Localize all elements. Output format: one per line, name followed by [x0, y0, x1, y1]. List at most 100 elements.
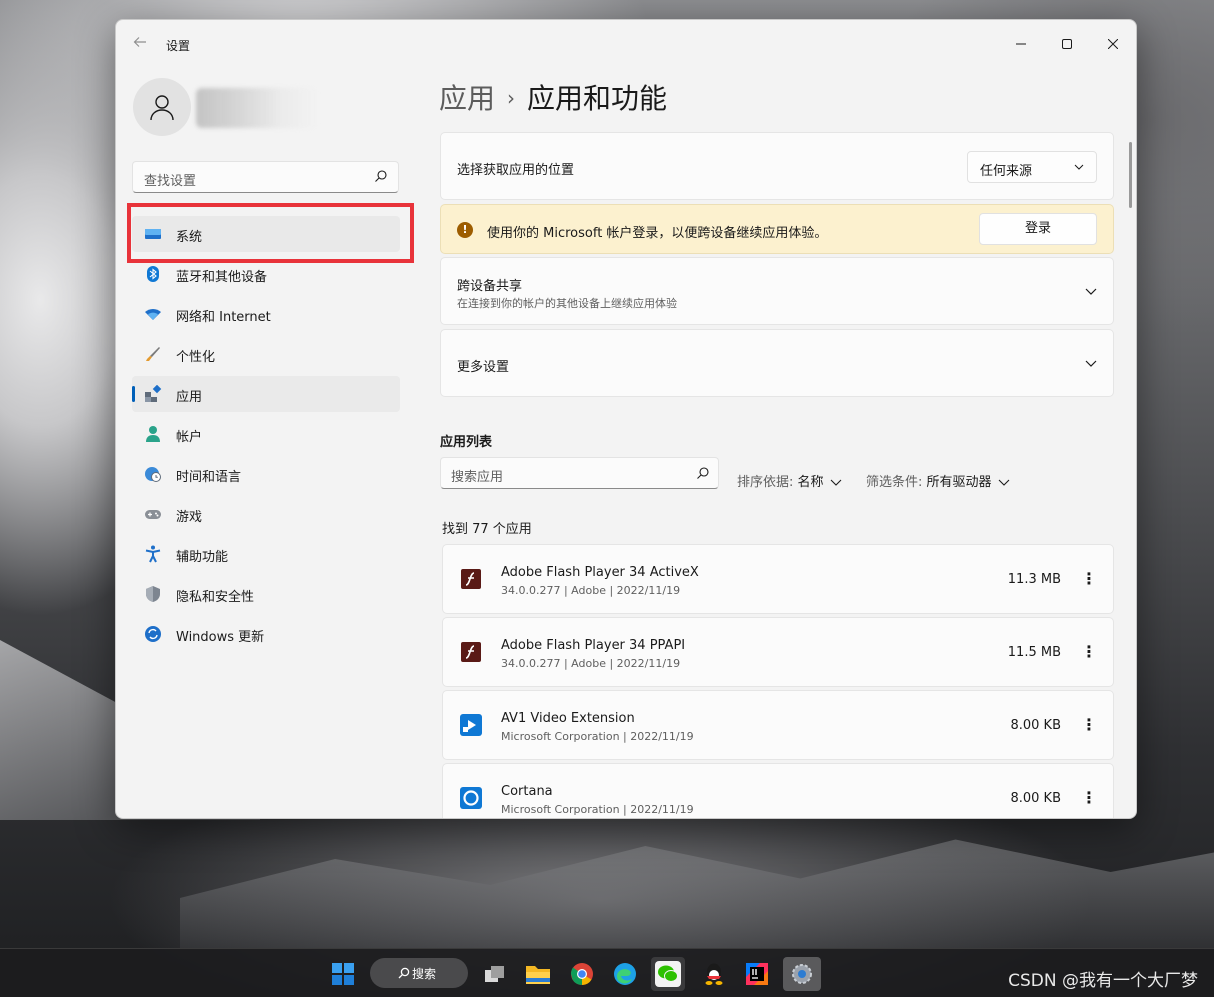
sidebar-item-privacy[interactable]: 隐私和安全性 — [132, 576, 400, 612]
sidebar-item-personalization[interactable]: 个性化 — [132, 336, 400, 372]
sidebar-item-gaming[interactable]: 游戏 — [132, 496, 400, 532]
sidebar-item-label: 时间和语言 — [176, 470, 242, 485]
edge-icon — [614, 963, 636, 985]
install-source-card: 选择获取应用的位置 任何来源 — [440, 132, 1114, 200]
sidebar-item-label: 辅助功能 — [176, 550, 229, 565]
list-item[interactable]: Adobe Flash Player 34 PPAPI 34.0.0.277 |… — [442, 617, 1114, 687]
settings-window: 设置 查找设置 系统 蓝牙和其他设备 网络和 Internet 个性化 应用 帐… — [115, 19, 1137, 819]
sidebar-item-apps[interactable]: 应用 — [132, 376, 400, 412]
sidebar-item-bluetooth[interactable]: 蓝牙和其他设备 — [132, 256, 400, 292]
page-title: 应用和功能 — [527, 82, 668, 115]
sort-value: 名称 — [797, 475, 824, 490]
sidebar-item-label: 帐户 — [176, 430, 203, 445]
chevron-down-icon — [1085, 288, 1097, 295]
more-settings-card[interactable]: 更多设置 — [440, 329, 1114, 397]
qq-penguin-icon — [705, 963, 723, 985]
chrome-button[interactable] — [565, 957, 599, 991]
install-source-dropdown[interactable]: 任何来源 — [967, 151, 1097, 183]
person-icon — [150, 95, 174, 121]
sidebar-item-label: 应用 — [176, 390, 203, 405]
chevron-down-icon — [998, 479, 1009, 486]
minimize-icon — [1016, 43, 1026, 45]
gamepad-icon — [145, 510, 161, 519]
breadcrumb: 应用 › 应用和功能 — [439, 77, 667, 117]
bluetooth-icon — [147, 266, 159, 282]
app-list-heading: 应用列表 — [440, 435, 493, 450]
update-icon — [145, 626, 161, 642]
sidebar-item-network[interactable]: 网络和 Internet — [132, 296, 400, 332]
list-item[interactable]: AV1 Video Extension Microsoft Corporatio… — [442, 690, 1114, 760]
taskbar-search-button[interactable]: 搜索 — [370, 958, 468, 988]
filter-value: 所有驱动器 — [926, 475, 992, 490]
app-search-placeholder: 搜索应用 — [451, 470, 504, 485]
search-placeholder: 查找设置 — [144, 174, 197, 189]
intellij-button[interactable] — [740, 957, 774, 991]
app-size: 8.00 KB — [1010, 718, 1061, 733]
search-icon — [375, 170, 387, 182]
accessibility-icon — [145, 545, 161, 563]
flash-icon — [461, 642, 481, 662]
breadcrumb-parent[interactable]: 应用 — [439, 82, 495, 115]
app-meta: Microsoft Corporation | 2022/11/19 — [501, 730, 694, 743]
app-size: 8.00 KB — [1010, 791, 1061, 806]
app-search-input[interactable]: 搜索应用 — [440, 457, 719, 489]
window-title: 设置 — [166, 39, 191, 53]
close-icon — [1108, 39, 1118, 49]
sidebar-item-label: 蓝牙和其他设备 — [176, 270, 268, 285]
maximize-button[interactable] — [1044, 28, 1090, 60]
more-settings-title: 更多设置 — [457, 360, 510, 375]
account-icon — [146, 426, 160, 442]
app-name: AV1 Video Extension — [501, 711, 635, 726]
install-source-label: 选择获取应用的位置 — [457, 163, 575, 178]
list-item[interactable]: Adobe Flash Player 34 ActiveX 34.0.0.277… — [442, 544, 1114, 614]
task-view-button[interactable] — [478, 957, 512, 991]
avatar[interactable] — [133, 78, 191, 136]
more-options-icon[interactable]: ⋮ — [1081, 567, 1097, 591]
brush-icon — [146, 347, 160, 361]
wechat-button[interactable] — [651, 957, 685, 991]
chevron-down-icon — [1085, 360, 1097, 367]
more-options-icon[interactable]: ⋮ — [1081, 713, 1097, 737]
sidebar-item-label: 个性化 — [176, 350, 216, 365]
sidebar-item-windows-update[interactable]: Windows 更新 — [132, 616, 400, 652]
qq-button[interactable] — [697, 957, 731, 991]
folder-icon — [526, 966, 550, 984]
close-button[interactable] — [1090, 28, 1136, 60]
filter-dropdown[interactable]: 筛选条件: 所有驱动器 — [866, 471, 1010, 490]
app-meta: Microsoft Corporation | 2022/11/19 — [501, 803, 694, 816]
cross-device-subtitle: 在连接到你的帐户的其他设备上继续应用体验 — [457, 297, 677, 310]
start-button[interactable] — [326, 957, 360, 991]
intellij-icon — [746, 963, 768, 985]
search-icon — [398, 967, 410, 979]
back-button[interactable] — [130, 34, 150, 54]
app-name: Adobe Flash Player 34 PPAPI — [501, 638, 686, 653]
highlight-annotation-box — [127, 203, 414, 263]
more-options-icon[interactable]: ⋮ — [1081, 640, 1097, 664]
app-size: 11.3 MB — [1007, 572, 1061, 587]
settings-taskbar-button[interactable] — [783, 957, 821, 991]
settings-search-input[interactable]: 查找设置 — [132, 161, 399, 193]
cortana-icon — [460, 787, 482, 809]
sidebar-item-label: 游戏 — [176, 510, 203, 525]
sort-dropdown[interactable]: 排序依据: 名称 — [737, 471, 842, 490]
csdn-watermark: CSDN @我有一个大厂梦 — [1008, 971, 1198, 991]
shield-icon — [146, 586, 160, 602]
sidebar-item-accessibility[interactable]: 辅助功能 — [132, 536, 400, 572]
more-options-icon[interactable]: ⋮ — [1081, 786, 1097, 810]
scrollbar[interactable] — [1129, 142, 1132, 208]
sidebar-item-accounts[interactable]: 帐户 — [132, 416, 400, 452]
signin-button[interactable]: 登录 — [979, 213, 1097, 245]
chrome-icon — [570, 963, 593, 985]
list-item[interactable]: Cortana Microsoft Corporation | 2022/11/… — [442, 763, 1114, 818]
sort-label: 排序依据: — [737, 475, 794, 490]
title-bar: 设置 — [116, 20, 1136, 68]
wechat-icon — [655, 961, 681, 987]
cross-device-card[interactable]: 跨设备共享 在连接到你的帐户的其他设备上继续应用体验 — [440, 257, 1114, 325]
sidebar-item-time-language[interactable]: 时间和语言 — [132, 456, 400, 492]
edge-button[interactable] — [608, 957, 642, 991]
signin-message: 使用你的 Microsoft 帐户登录，以便跨设备继续应用体验。 — [487, 226, 828, 241]
minimize-button[interactable] — [998, 28, 1044, 60]
file-explorer-button[interactable] — [521, 957, 555, 991]
found-count: 找到 77 个应用 — [442, 522, 532, 537]
app-meta: 34.0.0.277 | Adobe | 2022/11/19 — [501, 584, 681, 597]
